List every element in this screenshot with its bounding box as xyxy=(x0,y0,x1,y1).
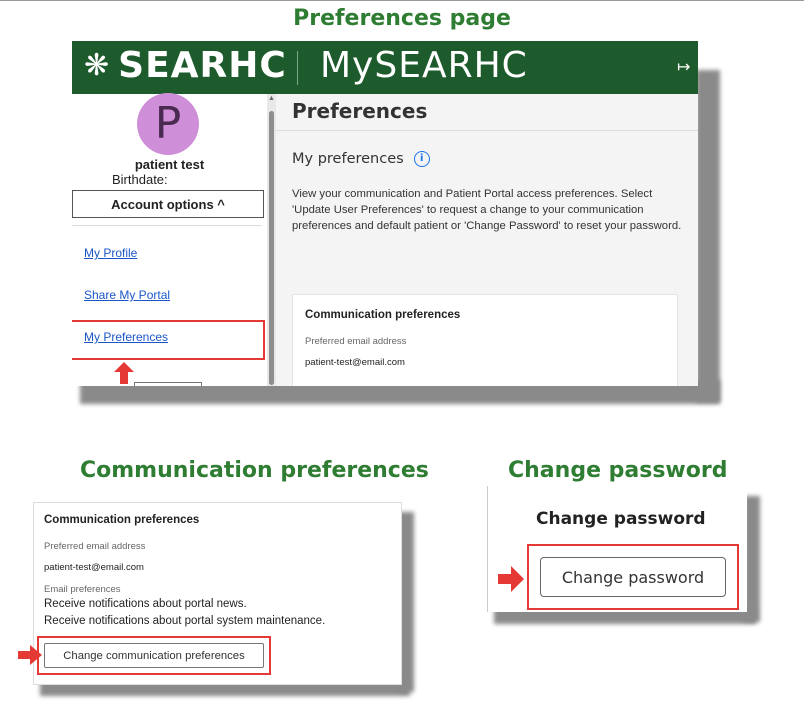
birthdate-label: Birthdate: xyxy=(112,172,168,187)
change-password-screenshot: Change password Change password xyxy=(487,486,747,612)
sidebar-item-my-profile[interactable]: My Profile xyxy=(84,246,137,260)
my-preferences-heading-text: My preferences xyxy=(292,151,404,167)
notification-system-maintenance: Receive notifications about portal syste… xyxy=(44,615,326,627)
preferences-description: View your communication and Patient Port… xyxy=(292,188,682,232)
searhc-logo-text: SEARHC xyxy=(118,45,287,86)
sidebar-item-my-preferences[interactable]: My Preferences xyxy=(84,330,168,344)
scroll-up-icon[interactable]: ▲ xyxy=(268,95,275,102)
email-preferences-label: Email preferences xyxy=(44,584,121,595)
avatar[interactable]: P xyxy=(137,93,199,155)
comm-email-label: Preferred email address xyxy=(44,541,146,552)
sidebar: P patient test Birthdate: Account option… xyxy=(72,93,267,386)
account-options-button[interactable]: Account options ^ xyxy=(72,190,264,218)
header-divider xyxy=(297,51,298,85)
searhc-logo[interactable]: ❋ SEARHC xyxy=(84,45,287,86)
logout-icon[interactable]: ↦ xyxy=(677,57,690,76)
info-icon[interactable]: i xyxy=(413,151,430,167)
change-password-button[interactable]: Change password xyxy=(540,557,726,597)
change-communication-preferences-button[interactable]: Change communication preferences xyxy=(44,643,264,668)
main-screenshot-shadow-side xyxy=(696,70,720,402)
title-divider xyxy=(276,130,698,131)
app-header: ❋ SEARHC MySEARHC ↦ xyxy=(72,41,698,94)
top-divider xyxy=(0,0,804,1)
communication-preferences-card: Communication preferences Preferred emai… xyxy=(292,294,678,386)
section-heading-preferences-page: Preferences page xyxy=(293,6,511,31)
pointer-arrow-right xyxy=(18,645,42,665)
sidebar-cutoff-button xyxy=(134,382,202,386)
email-value: patient-test@email.com xyxy=(305,357,405,368)
notification-portal-news: Receive notifications about portal news. xyxy=(44,598,247,610)
scrollbar-thumb[interactable] xyxy=(269,111,274,385)
pointer-arrow-right xyxy=(498,566,524,592)
preferences-page-screenshot: ❋ SEARHC MySEARHC ↦ P patient test Birth… xyxy=(72,41,698,386)
section-heading-change-password: Change password xyxy=(508,458,728,483)
patient-name: patient test xyxy=(134,157,205,172)
email-label: Preferred email address xyxy=(305,336,407,347)
comm-email-value: patient-test@email.com xyxy=(44,562,144,573)
section-heading-communication-preferences: Communication preferences xyxy=(80,458,429,483)
searhc-logo-icon: ❋ xyxy=(84,48,111,83)
my-preferences-heading: My preferences i xyxy=(292,151,430,167)
communication-preferences-screenshot: Communication preferences Preferred emai… xyxy=(33,502,402,685)
sidebar-divider xyxy=(72,225,262,226)
page-title: Preferences xyxy=(292,99,428,123)
sidebar-item-share-my-portal[interactable]: Share My Portal xyxy=(84,288,170,302)
main-content: Preferences My preferences i View your c… xyxy=(276,94,698,386)
app-name: MySEARHC xyxy=(320,45,528,86)
password-panel-edge xyxy=(487,486,488,612)
pointer-arrow-up xyxy=(114,362,134,384)
change-password-title: Change password xyxy=(536,509,706,529)
comm-title: Communication preferences xyxy=(44,514,200,526)
card-title: Communication preferences xyxy=(305,309,461,321)
